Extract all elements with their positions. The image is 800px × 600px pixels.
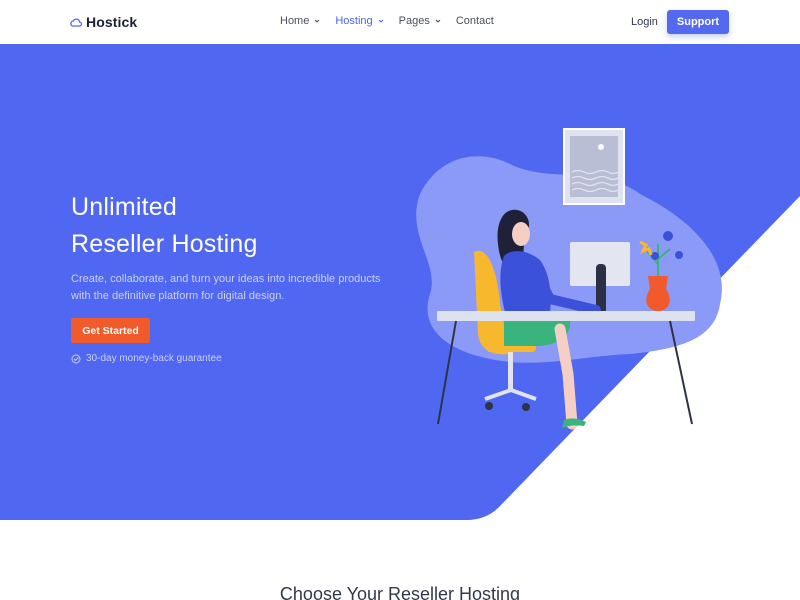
check-circle-icon xyxy=(71,354,81,363)
guarantee-note: 30-day money-back guarantee xyxy=(71,353,222,364)
chevron-down-icon xyxy=(378,19,384,23)
nav-item-hosting[interactable]: Hosting xyxy=(335,15,384,27)
nav-item-label: Hosting xyxy=(335,15,373,27)
nav-item-pages[interactable]: Pages xyxy=(399,15,442,27)
nav-item-contact[interactable]: Contact xyxy=(456,15,494,27)
hero-description: Create, collaborate, and turn your ideas… xyxy=(71,273,381,302)
hero-section: Unlimited Reseller Hosting Create, colla… xyxy=(0,44,800,520)
brand-logo[interactable]: Hostick xyxy=(70,14,137,30)
hero-title-line-2: Reseller Hosting xyxy=(71,230,258,258)
chevron-down-icon xyxy=(314,19,320,23)
nav-item-home[interactable]: Home xyxy=(280,15,321,27)
support-button[interactable]: Support xyxy=(667,10,729,34)
get-started-button[interactable]: Get Started xyxy=(71,318,150,343)
guarantee-text: 30-day money-back guarantee xyxy=(86,353,222,364)
nav-item-label: Pages xyxy=(398,15,430,27)
hero-title: Unlimited Reseller Hosting xyxy=(71,189,258,263)
top-navbar: Hostick Home Hosting Pages Contact Login… xyxy=(0,0,800,44)
login-link[interactable]: Login xyxy=(631,16,658,28)
section-title: Choose Your Reseller Hosting xyxy=(279,584,521,600)
nav-item-label: Home xyxy=(280,15,310,27)
main-nav: Home Hosting Pages Contact xyxy=(280,15,508,27)
woman-at-desk-illustration xyxy=(416,128,722,430)
nav-item-label: Contact xyxy=(455,15,494,27)
cloud-logo-icon xyxy=(70,18,82,27)
chevron-down-icon xyxy=(435,19,441,23)
hero-title-line-1: Unlimited xyxy=(71,193,177,221)
brand-name: Hostick xyxy=(86,14,138,30)
